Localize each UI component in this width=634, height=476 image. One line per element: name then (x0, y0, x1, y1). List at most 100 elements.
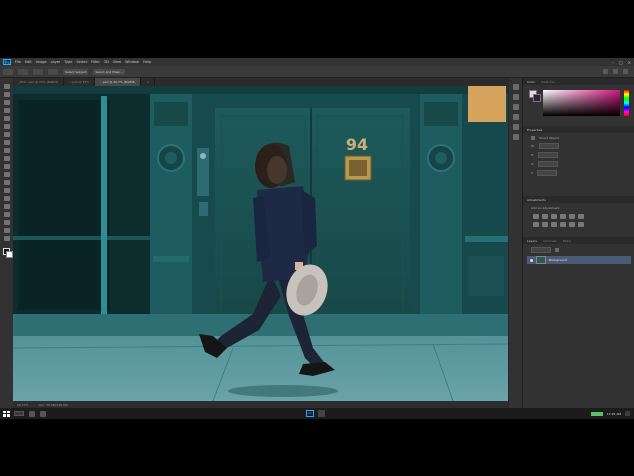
width-field[interactable] (538, 143, 559, 149)
battery-icon[interactable] (590, 411, 603, 416)
notifications-icon[interactable] (625, 411, 630, 416)
type-tool-icon[interactable] (3, 204, 10, 209)
background-color[interactable] (5, 251, 13, 258)
layer-kind-filter[interactable] (531, 247, 551, 253)
layer-row[interactable]: Background (527, 256, 631, 264)
color-balance-icon[interactable] (533, 222, 539, 227)
menu-window[interactable]: Window (125, 60, 139, 64)
color-lookup-icon[interactable] (569, 222, 575, 227)
menu-layer[interactable]: Layer (51, 60, 61, 64)
task-view-icon[interactable] (29, 410, 35, 417)
taskbar-photoshop-icon[interactable]: Ps (306, 410, 314, 417)
history-icon[interactable] (512, 84, 519, 90)
select-subject-button[interactable]: Select Subject (63, 68, 89, 75)
hue-slider[interactable] (624, 90, 629, 116)
workspace-icon[interactable] (613, 69, 618, 74)
tool-preset-picker[interactable] (3, 68, 13, 75)
tab-document-1[interactable]: _DSC...psd @ 25% (RGB/8) (13, 78, 65, 86)
exposure-icon[interactable] (560, 214, 566, 219)
blur-tool-icon[interactable] (3, 180, 10, 185)
path-selection-tool-icon[interactable] (3, 212, 10, 217)
maximize-button[interactable]: □ (619, 60, 623, 65)
black-white-icon[interactable] (542, 222, 548, 227)
invert-icon[interactable] (578, 222, 584, 227)
new-selection-mode[interactable] (18, 68, 28, 75)
marquee-tool-icon[interactable] (3, 92, 10, 97)
clone-stamp-tool-icon[interactable] (3, 148, 10, 153)
color-swatches[interactable] (2, 248, 13, 258)
pen-tool-icon[interactable] (3, 196, 10, 201)
brush-settings-icon[interactable] (512, 94, 519, 100)
add-selection-mode[interactable] (33, 68, 43, 75)
share-icon[interactable] (623, 69, 628, 74)
taskbar-app-icon[interactable] (318, 410, 325, 417)
menu-edit[interactable]: Edit (25, 60, 32, 64)
menu-filter[interactable]: Filter (91, 60, 100, 64)
photo-filter-icon[interactable] (551, 222, 557, 227)
dodge-tool-icon[interactable] (3, 188, 10, 193)
tab-paths[interactable]: Paths (563, 239, 571, 243)
properties-title[interactable]: Properties (527, 128, 542, 132)
file-explorer-icon[interactable] (40, 410, 46, 417)
curves-icon[interactable] (551, 214, 557, 219)
menu-image[interactable]: Image (36, 60, 47, 64)
height-field[interactable] (538, 152, 559, 158)
filter-icon[interactable] (555, 248, 559, 252)
paragraph-icon[interactable] (512, 124, 519, 130)
history-brush-tool-icon[interactable] (3, 156, 10, 161)
gradient-tool-icon[interactable] (3, 172, 10, 177)
rectangle-tool-icon[interactable] (3, 220, 10, 225)
eraser-tool-icon[interactable] (3, 164, 10, 169)
brush-tool-icon[interactable] (3, 140, 10, 145)
layer-name[interactable]: Background (549, 258, 567, 262)
tab-document-active[interactable]: ...psd @ 20.7% (RGB/8) (95, 78, 142, 86)
x-field[interactable] (538, 161, 559, 167)
info-icon[interactable] (512, 104, 519, 110)
menu-type[interactable]: Type (64, 60, 72, 64)
levels-icon[interactable] (542, 214, 548, 219)
move-tool-icon[interactable] (3, 84, 10, 89)
adjustments-title[interactable]: Adjustments (527, 198, 546, 202)
minimize-button[interactable]: – (612, 60, 614, 65)
zoom-tool-icon[interactable] (3, 236, 10, 241)
tab-swatches[interactable]: Swatches (541, 80, 555, 84)
zoom-level[interactable]: 20.73% (17, 403, 28, 407)
tab-close[interactable]: × (141, 78, 155, 86)
lasso-tool-icon[interactable] (3, 100, 10, 105)
clock[interactable]: 12:25 AM (607, 412, 621, 416)
color-picker-field[interactable] (543, 90, 620, 116)
menu-file[interactable]: File (15, 60, 21, 64)
menu-select[interactable]: Select (76, 60, 87, 64)
tab-layers[interactable]: Layers (527, 239, 537, 243)
y-field[interactable] (537, 170, 558, 176)
select-and-mask-button[interactable]: Select and Mask... (93, 68, 125, 75)
tab-channels[interactable]: Channels (543, 239, 557, 243)
close-button[interactable]: × (628, 60, 631, 65)
healing-brush-tool-icon[interactable] (3, 132, 10, 137)
actions-icon[interactable] (512, 134, 519, 140)
hue-saturation-icon[interactable] (578, 214, 584, 219)
layers-filter-row (531, 247, 627, 253)
search-icon[interactable] (603, 69, 608, 74)
brightness-contrast-icon[interactable] (533, 214, 539, 219)
quick-selection-tool-icon[interactable] (3, 108, 10, 113)
width-label: W: (531, 144, 535, 148)
hand-tool-icon[interactable] (3, 228, 10, 233)
tab-color[interactable]: Color (527, 80, 535, 84)
character-icon[interactable] (512, 114, 519, 120)
document-canvas[interactable]: 94 (13, 86, 508, 401)
color-panel-swatches[interactable] (529, 90, 541, 102)
tab-document-2[interactable]: ...psd @ 25% (64, 78, 96, 86)
taskbar-search-box[interactable] (14, 411, 24, 416)
visibility-eye-icon[interactable] (530, 258, 533, 262)
panel-background-color[interactable] (533, 94, 541, 102)
menu-3d[interactable]: 3D (104, 60, 109, 64)
channel-mixer-icon[interactable] (560, 222, 566, 227)
eyedropper-tool-icon[interactable] (3, 124, 10, 129)
menu-view[interactable]: View (113, 60, 121, 64)
subtract-selection-mode[interactable] (48, 68, 58, 75)
vibrance-icon[interactable] (569, 214, 575, 219)
windows-start-icon[interactable] (3, 410, 10, 417)
crop-tool-icon[interactable] (3, 116, 10, 121)
menu-help[interactable]: Help (143, 60, 151, 64)
